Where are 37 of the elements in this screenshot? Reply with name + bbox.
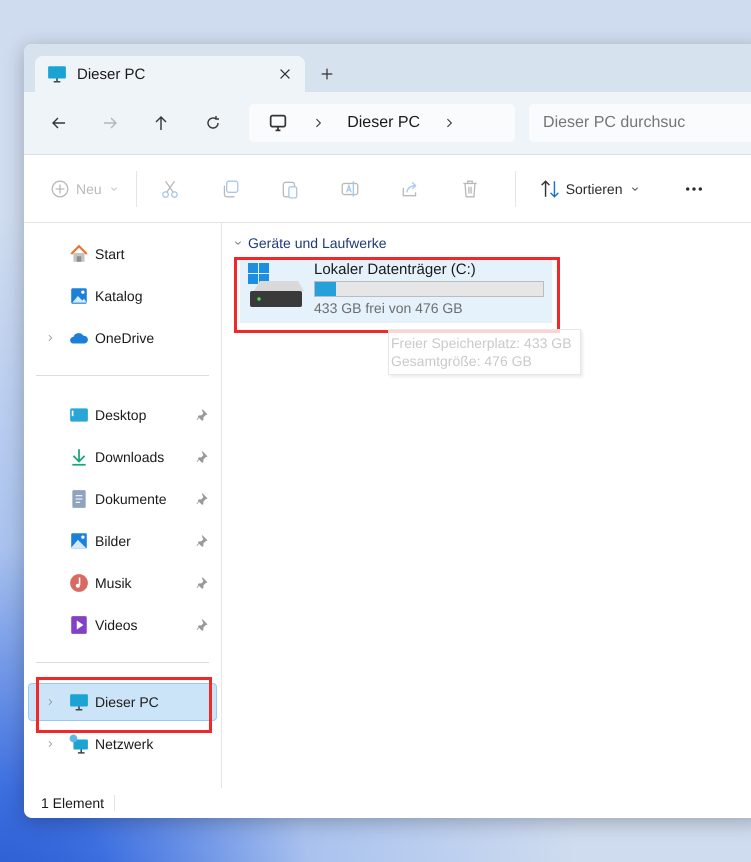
plus-icon [319,66,335,82]
plus-circle-icon [50,178,70,198]
address-bar[interactable]: Dieser PC [249,104,516,142]
sidebar-item[interactable]: Musik [28,564,217,602]
network-icon [69,734,89,754]
drive-tile[interactable]: Lokaler Datenträger (C:) 433 GB frei von 476 GB [240,257,552,323]
house-icon [69,244,89,264]
text-box-icon [340,178,360,198]
sidebar-item[interactable]: Katalog [28,277,217,315]
clipboard-icon [280,178,300,198]
breadcrumb-item[interactable]: Dieser PC [347,114,420,132]
sidebar-item[interactable]: Start [28,235,217,273]
sidebar-item[interactable]: Netzwerk [28,725,217,763]
new-tab-button[interactable] [319,66,335,82]
tab[interactable]: Dieser PC [35,56,305,92]
picture-icon [69,531,89,551]
sidebar-item[interactable]: Dokumente [28,480,217,518]
sort-button[interactable]: Sortieren [530,170,650,206]
sidebar-item[interactable]: Desktop [28,396,217,434]
scissors-icon [160,178,180,198]
video-icon [69,615,89,635]
sidebar-item[interactable]: OneDrive [28,319,217,357]
more-icon [686,186,702,190]
section-header[interactable]: Geräte und Laufwerke [248,235,387,251]
free-space-text: 433 GB frei von 476 GB [314,300,464,316]
sidebar-item[interactable]: Dieser PC [28,683,217,721]
search-field[interactable]: Dieser PC durchsuc [529,104,751,142]
monitor-icon [47,64,67,84]
up-down-arrows-icon [540,178,560,198]
item-count: 1 Element [41,795,116,811]
monitor-icon [69,692,89,712]
drive-name: Lokaler Datenträger (C:) [314,261,477,278]
picture-icon [69,286,89,306]
sidebar-item[interactable]: Videos [28,606,217,644]
music-note-icon [69,573,89,593]
sidebar-item[interactable]: Bilder [28,522,217,560]
sidebar-item[interactable]: Downloads [28,438,217,476]
